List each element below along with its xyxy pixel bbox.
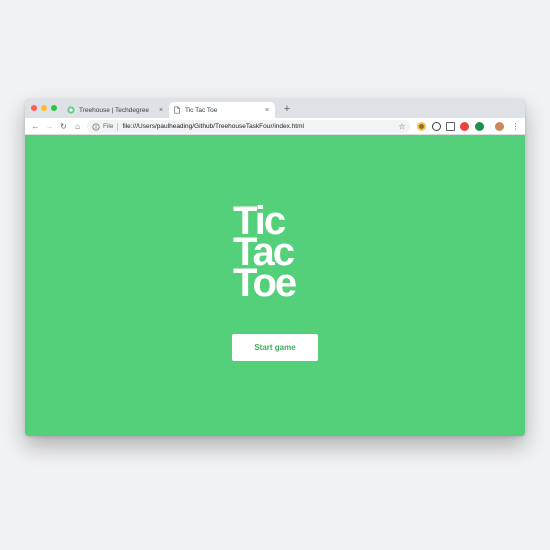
menu-dots-icon[interactable]: ⋮ [510, 121, 521, 132]
reload-icon[interactable]: ↻ [58, 121, 69, 132]
address-bar[interactable]: File file:///Users/paulheading/Github/Tr… [87, 120, 410, 133]
document-icon [174, 106, 180, 114]
url-text[interactable]: file:///Users/paulheading/Github/Treehou… [122, 123, 397, 130]
minimize-window-icon[interactable] [41, 105, 47, 111]
url-scheme-label: File [103, 123, 114, 130]
treehouse-logo-icon [67, 106, 75, 114]
tab-title: Tic Tac Toe [185, 106, 218, 114]
profile-avatar[interactable] [495, 122, 504, 131]
cast-icon[interactable] [446, 122, 455, 131]
tab-treehouse[interactable]: Treehouse | Techdegree × [63, 102, 169, 118]
address-divider [117, 122, 119, 131]
home-icon[interactable]: ⌂ [72, 121, 83, 132]
browser-window: Treehouse | Techdegree × Tic Tac Toe × +… [25, 99, 525, 436]
game-logo: Tic Tac Toe [233, 201, 297, 305]
back-arrow-icon[interactable]: ← [30, 121, 41, 132]
bookmark-star-icon[interactable]: ☆ [397, 122, 407, 131]
tab-strip: Treehouse | Techdegree × Tic Tac Toe × + [25, 99, 525, 118]
info-extension-icon[interactable] [432, 122, 441, 131]
tab-tic-tac-toe[interactable]: Tic Tac Toe × [169, 102, 275, 118]
tab-title: Treehouse | Techdegree [79, 106, 149, 114]
forward-arrow-icon[interactable]: → [44, 121, 55, 132]
maximize-window-icon[interactable] [51, 105, 57, 111]
tab-close-icon[interactable]: × [263, 107, 271, 114]
opera-extension-icon[interactable] [460, 122, 469, 131]
tab-close-icon[interactable]: × [157, 107, 165, 114]
logo-line-toe: Toe [233, 261, 297, 305]
start-game-button[interactable]: Start game [232, 334, 318, 361]
extension-icon[interactable] [417, 122, 426, 131]
page-content: Tic Tac Toe Start game [25, 136, 525, 436]
new-tab-button[interactable]: + [281, 102, 293, 116]
green-extension-icon[interactable] [475, 122, 484, 131]
info-icon[interactable] [92, 122, 100, 131]
browser-toolbar: ← → ↻ ⌂ File file:///Users/paulheading/G… [25, 118, 525, 135]
close-window-icon[interactable] [31, 105, 37, 111]
